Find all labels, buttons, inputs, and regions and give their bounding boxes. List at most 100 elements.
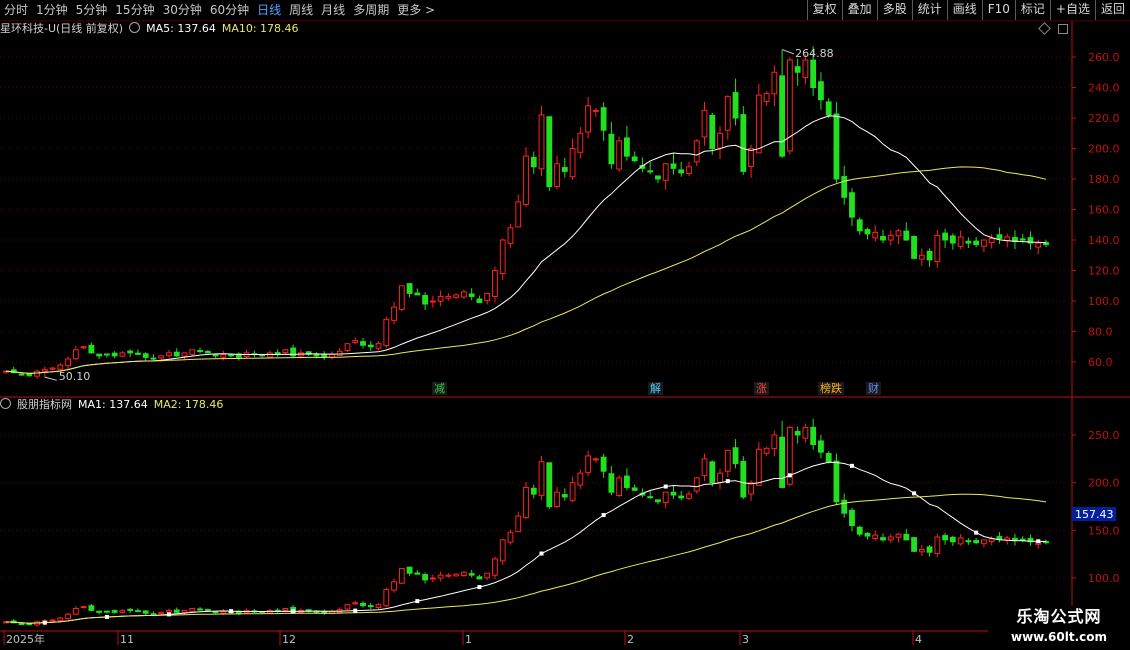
sub-candle xyxy=(810,426,817,446)
main-candle xyxy=(678,169,685,174)
ma-marker xyxy=(477,585,482,590)
main-candle xyxy=(18,373,25,376)
main-candle xyxy=(585,105,591,133)
main-candle xyxy=(142,353,149,358)
main-candle xyxy=(352,340,359,343)
event-tag-0[interactable]: 减 xyxy=(432,382,447,395)
main-candle xyxy=(647,170,654,173)
main-candle xyxy=(445,295,452,299)
main-candle xyxy=(592,109,599,112)
main-candle xyxy=(763,93,770,102)
sub-candle xyxy=(561,494,568,498)
sub-candle xyxy=(476,576,483,580)
main-candle xyxy=(569,148,576,178)
main-candle xyxy=(523,155,529,205)
main-candle xyxy=(26,373,33,377)
sub-candle xyxy=(437,574,444,579)
sub-candle xyxy=(949,536,956,543)
y-tick-label: 120.0 xyxy=(1088,265,1120,278)
sub-candle xyxy=(616,477,623,497)
main-candle xyxy=(88,344,95,354)
sub-candle xyxy=(569,482,576,501)
main-candle xyxy=(1019,238,1026,241)
sub-candle xyxy=(414,572,421,575)
event-tag-3[interactable]: 榜跌 xyxy=(818,382,844,395)
main-candle xyxy=(484,292,491,302)
sub-candle xyxy=(693,477,700,492)
main-candle xyxy=(911,235,917,259)
main-candle xyxy=(538,114,545,170)
sub-candle xyxy=(903,533,910,541)
event-tag-1[interactable]: 解 xyxy=(648,382,663,395)
y-tick-label: 240.0 xyxy=(1088,82,1120,95)
event-tag-2[interactable]: 涨 xyxy=(754,382,769,395)
x-tick-label: 3 xyxy=(742,633,749,646)
main-candle xyxy=(849,192,855,218)
main-candle xyxy=(34,370,40,377)
sub-candle xyxy=(740,460,747,498)
sub-candle xyxy=(662,491,669,504)
main-candle xyxy=(600,107,607,131)
sub-candle xyxy=(57,617,64,622)
low-pointer xyxy=(44,376,57,381)
main-candle xyxy=(903,230,910,241)
sub-candle xyxy=(492,558,498,576)
main-candle xyxy=(1004,236,1011,241)
main-candle xyxy=(119,352,126,357)
main-candle xyxy=(1035,242,1042,248)
event-tag-4[interactable]: 财 xyxy=(866,382,881,395)
sub-candle xyxy=(189,608,196,612)
main-candle xyxy=(344,343,351,352)
main-candle xyxy=(150,357,157,360)
kline-chart[interactable]: 60.080.0100.0120.0140.0160.0180.0200.022… xyxy=(0,0,1130,650)
main-candle xyxy=(856,219,863,232)
sub-candle xyxy=(554,491,560,507)
sub-candle xyxy=(818,440,824,453)
y-tick-label: 250.0 xyxy=(1088,429,1120,442)
sub-candle xyxy=(72,608,79,615)
sub-candle xyxy=(996,536,1003,540)
sub-candle xyxy=(166,609,172,613)
main-candle xyxy=(693,140,700,163)
sub-candle xyxy=(96,610,103,613)
sub-candle xyxy=(655,499,661,503)
sub-candle xyxy=(802,426,809,439)
main-candle xyxy=(530,156,537,168)
main-candle xyxy=(616,140,623,170)
main-candle xyxy=(515,201,522,228)
sub-candle xyxy=(988,538,995,542)
main-candle xyxy=(926,250,933,261)
main-candle xyxy=(49,367,56,370)
high-pointer xyxy=(781,49,795,55)
main-candle xyxy=(577,132,584,153)
sub-candle xyxy=(406,566,413,574)
sub-candle xyxy=(429,577,436,580)
sub-candle xyxy=(88,605,95,611)
sub-candle xyxy=(530,487,537,495)
sub-candle xyxy=(934,536,941,554)
main-candle xyxy=(422,295,429,305)
ma-marker xyxy=(1036,539,1041,544)
sub-candle xyxy=(398,567,405,584)
main-candle xyxy=(949,235,956,244)
sub-candle xyxy=(849,509,855,527)
main-candle xyxy=(973,240,980,246)
main-candle xyxy=(57,364,64,370)
main-candle xyxy=(41,369,48,372)
sub-candle xyxy=(717,472,723,483)
sub-candle xyxy=(841,499,848,514)
sub-candle xyxy=(600,456,607,472)
ma-marker xyxy=(229,609,234,614)
sub-candle xyxy=(918,548,925,553)
main-candle xyxy=(360,341,366,346)
main-candle xyxy=(732,92,739,119)
main-candle xyxy=(554,163,560,188)
sub-candle xyxy=(701,458,708,476)
ma-marker xyxy=(663,484,668,489)
main-candle xyxy=(507,227,514,245)
ma-marker xyxy=(787,473,792,478)
sub-candle xyxy=(1019,538,1026,541)
main-candle xyxy=(228,354,234,357)
sub-candle xyxy=(926,546,933,553)
x-tick-label: 4 xyxy=(915,633,922,646)
